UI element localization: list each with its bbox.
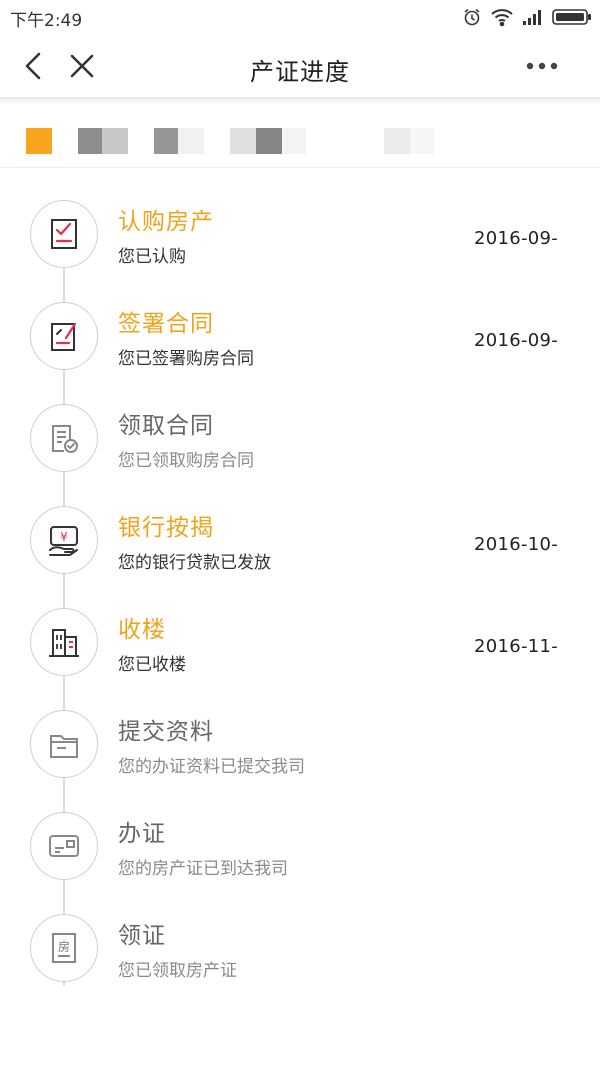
status-time: 下午2:49 <box>10 11 83 31</box>
subscribe-checklist-icon <box>30 200 98 268</box>
building-icon <box>30 608 98 676</box>
step-submit-documents[interactable]: 提交资料 您的办证资料已提交我司 <box>0 696 600 798</box>
battery-icon <box>552 8 592 26</box>
folder-icon <box>30 710 98 778</box>
step-title: 收楼 <box>118 617 166 643</box>
redacted-block <box>78 128 102 154</box>
step-title: 认购房产 <box>118 209 214 235</box>
step-desc: 您已领取房产证 <box>118 961 237 981</box>
redacted-block <box>282 128 306 154</box>
house-certificate-icon: 房 <box>30 914 98 982</box>
step-title: 领证 <box>118 923 166 949</box>
step-desc: 您的房产证已到达我司 <box>118 859 288 879</box>
step-title: 提交资料 <box>118 719 214 745</box>
alarm-icon <box>462 7 482 27</box>
nav-bar: 产证进度 <box>0 34 600 98</box>
step-title: 领取合同 <box>118 413 214 439</box>
svg-text:¥: ¥ <box>60 530 68 544</box>
step-collect-certificate[interactable]: 房 领证 您已领取房产证 <box>0 900 600 1002</box>
step-desc: 您已领取购房合同 <box>118 451 254 471</box>
redacted-block <box>178 128 204 154</box>
step-process-certificate[interactable]: 办证 您的房产证已到达我司 <box>0 798 600 900</box>
header-shadow <box>0 98 600 104</box>
more-button[interactable] <box>524 50 560 82</box>
status-icons <box>462 6 592 28</box>
step-desc: 您的办证资料已提交我司 <box>118 757 305 777</box>
step-bank-mortgage[interactable]: ¥ 银行按揭 您的银行贷款已发放 2016-10- <box>0 492 600 594</box>
redacted-block <box>230 128 256 154</box>
sign-contract-icon <box>30 302 98 370</box>
step-desc: 您的银行贷款已发放 <box>118 553 271 573</box>
step-date: 2016-10- <box>474 534 559 555</box>
step-desc: 您已收楼 <box>118 655 186 675</box>
step-subscribe[interactable]: 认购房产 您已认购 2016-09- <box>0 186 600 288</box>
redacted-block <box>410 128 434 154</box>
step-sign-contract[interactable]: 签署合同 您已签署购房合同 2016-09- <box>0 288 600 390</box>
more-dots-icon <box>526 62 558 70</box>
wifi-icon <box>490 7 514 27</box>
step-date: 2016-09- <box>474 228 559 249</box>
redacted-block <box>154 128 178 154</box>
step-date: 2016-11- <box>474 636 559 657</box>
signal-icon <box>522 8 544 26</box>
step-receive-house[interactable]: 收楼 您已收楼 2016-11- <box>0 594 600 696</box>
step-receive-contract[interactable]: 领取合同 您已领取购房合同 <box>0 390 600 492</box>
step-title: 办证 <box>118 821 166 847</box>
redacted-block <box>384 128 410 154</box>
redacted-info-row <box>0 116 600 168</box>
step-title: 签署合同 <box>118 311 214 337</box>
step-title: 银行按揭 <box>118 515 214 541</box>
redacted-block <box>256 128 282 154</box>
step-date: 2016-09- <box>474 330 559 351</box>
step-desc: 您已认购 <box>118 247 186 267</box>
status-marker <box>26 128 52 154</box>
id-card-icon <box>30 812 98 880</box>
step-desc: 您已签署购房合同 <box>118 349 254 369</box>
bank-mortgage-icon: ¥ <box>30 506 98 574</box>
status-bar: 下午2:49 <box>0 0 600 34</box>
certificate-char: 房 <box>58 939 70 954</box>
receive-contract-icon <box>30 404 98 472</box>
redacted-block <box>102 128 128 154</box>
page-title: 产证进度 <box>250 58 350 86</box>
